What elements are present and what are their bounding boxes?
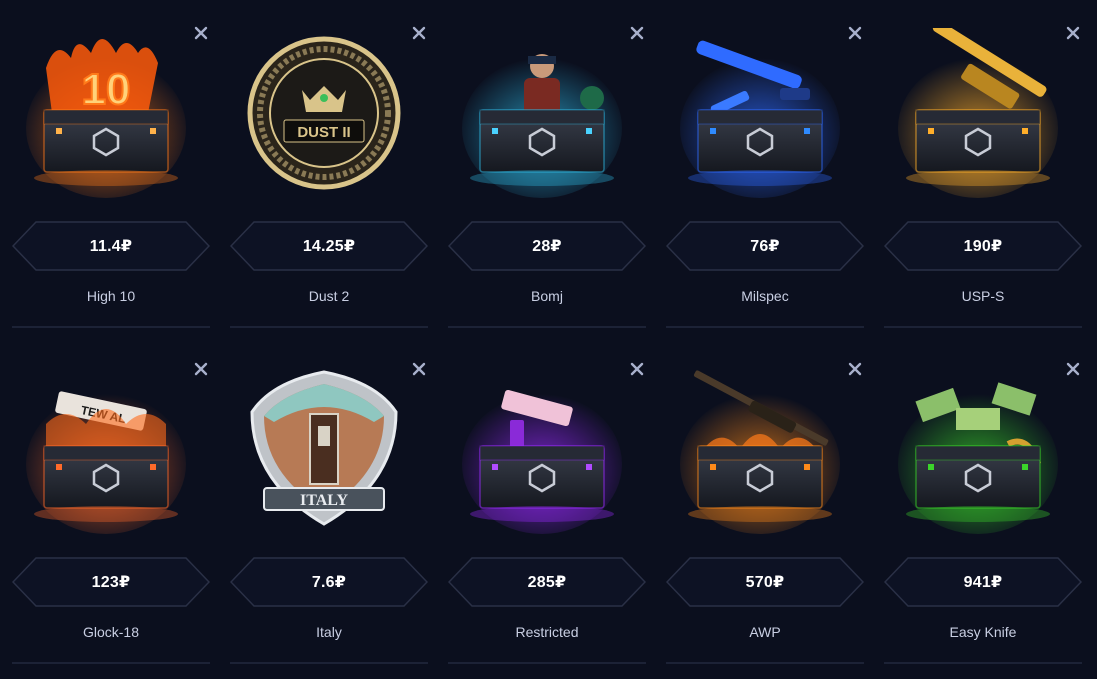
case-price: 941₽ xyxy=(963,574,1003,591)
divider xyxy=(448,662,646,664)
case-price: 123₽ xyxy=(91,574,131,591)
case-card-easy-knife[interactable]: 941₽ Easy Knife xyxy=(874,336,1092,672)
case-name: USP-S xyxy=(961,288,1005,304)
case-name: Glock-18 xyxy=(82,624,140,640)
usps-case-icon xyxy=(898,20,1058,198)
price-badge: 285₽ xyxy=(448,557,646,607)
case-card-high-10[interactable]: 10 11.4₽ High 10 xyxy=(2,0,220,336)
case-card-bomj[interactable]: 28₽ Bomj xyxy=(438,0,656,336)
case-card-glock-18[interactable]: TEW AL 123₽ Glock-18 xyxy=(2,336,220,672)
close-icon[interactable] xyxy=(190,22,212,44)
case-price: 14.25₽ xyxy=(302,238,356,255)
easy-knife-case-icon xyxy=(898,364,1058,534)
divider xyxy=(666,662,864,664)
divider xyxy=(12,326,210,328)
price-badge: 11.4₽ xyxy=(12,221,210,271)
awp-case-icon xyxy=(680,364,840,534)
close-icon[interactable] xyxy=(1062,358,1084,380)
close-icon[interactable] xyxy=(1062,22,1084,44)
case-name: High 10 xyxy=(86,288,136,304)
restricted-case-icon xyxy=(462,364,622,534)
case-name: Easy Knife xyxy=(949,624,1017,640)
case-card-dust-2[interactable]: DUST II 14.25₽ Dust 2 xyxy=(220,0,438,336)
close-icon[interactable] xyxy=(844,22,866,44)
case-name: Milspec xyxy=(741,288,789,304)
divider xyxy=(884,662,1082,664)
price-badge: 76₽ xyxy=(666,221,864,271)
case-name: Italy xyxy=(316,624,342,640)
price-badge: 570₽ xyxy=(666,557,864,607)
bomj-case-icon xyxy=(462,28,622,198)
case-price: 285₽ xyxy=(527,574,567,591)
case-card-awp[interactable]: 570₽ AWP xyxy=(656,336,874,672)
price-badge: 14.25₽ xyxy=(230,221,428,271)
case-name: Bomj xyxy=(531,288,563,304)
divider xyxy=(884,326,1082,328)
case-price: 11.4₽ xyxy=(89,238,133,255)
divider xyxy=(666,326,864,328)
close-icon[interactable] xyxy=(408,358,430,380)
close-icon[interactable] xyxy=(626,358,648,380)
dust2-coin-icon: DUST II xyxy=(244,28,404,198)
case-price: 570₽ xyxy=(745,574,785,591)
case-card-restricted[interactable]: 285₽ Restricted xyxy=(438,336,656,672)
svg-text:10: 10 xyxy=(82,65,131,114)
price-badge: 28₽ xyxy=(448,221,646,271)
price-badge: 7.6₽ xyxy=(230,557,428,607)
divider xyxy=(12,662,210,664)
case-price: 190₽ xyxy=(963,238,1003,255)
price-badge: 123₽ xyxy=(12,557,210,607)
close-icon[interactable] xyxy=(408,22,430,44)
svg-text:DUST II: DUST II xyxy=(297,124,350,141)
case-card-usp-s[interactable]: 190₽ USP-S xyxy=(874,0,1092,336)
close-icon[interactable] xyxy=(190,358,212,380)
case-name: AWP xyxy=(749,624,781,640)
case-name: Restricted xyxy=(515,624,579,640)
italy-badge-icon: ITALY xyxy=(244,364,404,534)
case-grid: 10 11.4₽ High 10 DUST II 14.25₽ Dust 2 2… xyxy=(0,0,1097,679)
close-icon[interactable] xyxy=(626,22,648,44)
fire-case-10-icon: 10 xyxy=(26,28,186,198)
milspec-case-icon xyxy=(680,28,840,198)
divider xyxy=(230,326,428,328)
price-badge: 190₽ xyxy=(884,221,1082,271)
case-card-milspec[interactable]: 76₽ Milspec xyxy=(656,0,874,336)
case-name: Dust 2 xyxy=(308,288,350,304)
divider xyxy=(448,326,646,328)
case-price: 76₽ xyxy=(750,238,780,255)
case-card-italy[interactable]: ITALY 7.6₽ Italy xyxy=(220,336,438,672)
close-icon[interactable] xyxy=(844,358,866,380)
case-price: 28₽ xyxy=(532,238,562,255)
divider xyxy=(230,662,428,664)
price-badge: 941₽ xyxy=(884,557,1082,607)
case-price: 7.6₽ xyxy=(311,574,347,591)
svg-text:ITALY: ITALY xyxy=(300,492,348,509)
glock-case-icon: TEW AL xyxy=(26,364,186,534)
